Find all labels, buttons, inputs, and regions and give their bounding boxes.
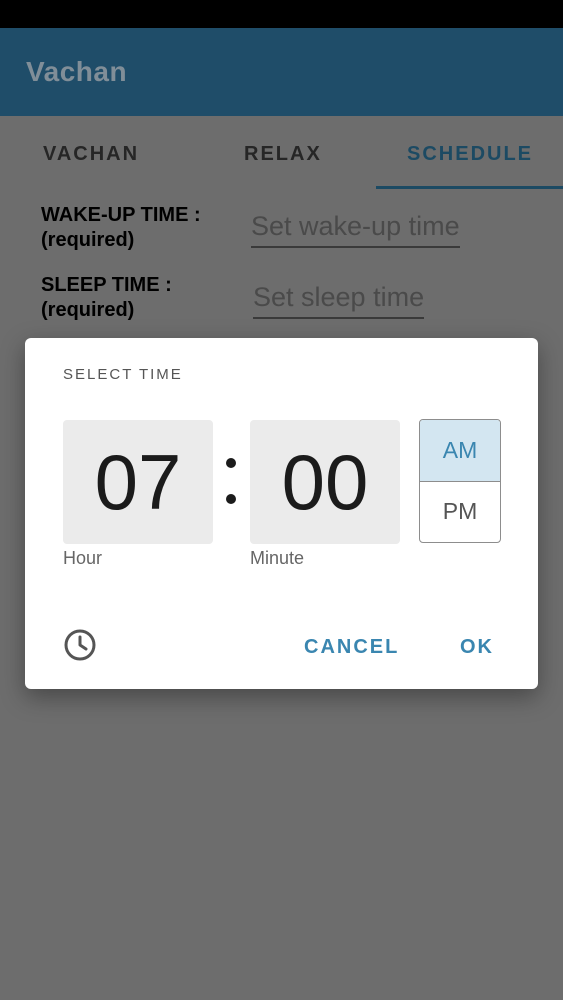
time-picker-dialog: SELECT TIME 07 00 Hour Minute AM PM CANC… <box>25 338 538 689</box>
sleep-required-note: (required) <box>41 299 135 321</box>
tab-vachan[interactable]: VACHAN <box>43 116 139 190</box>
cancel-button[interactable]: CANCEL <box>304 636 399 659</box>
sleep-time-input[interactable]: Set sleep time <box>253 280 425 319</box>
clock-icon[interactable] <box>63 628 97 662</box>
sleep-time-label: SLEEP TIME : (required) <box>41 273 172 323</box>
dialog-title: SELECT TIME <box>63 366 183 383</box>
am-button[interactable]: AM <box>420 420 500 482</box>
tab-relax[interactable]: RELAX <box>244 116 322 190</box>
app-title: Vachan <box>26 56 128 87</box>
wake-up-required-note: (required) <box>41 229 135 251</box>
am-pm-toggle: AM PM <box>419 419 501 543</box>
status-bar <box>0 0 563 28</box>
hour-caption: Hour <box>63 548 103 568</box>
wake-up-time-input[interactable]: Set wake-up time <box>251 209 460 248</box>
separator-dot-top <box>226 458 236 468</box>
wake-up-time-label-text: WAKE-UP TIME : <box>41 204 201 226</box>
pm-button[interactable]: PM <box>420 481 500 542</box>
tab-indicator <box>376 186 563 189</box>
sleep-time-label-text: SLEEP TIME : <box>41 274 172 296</box>
ok-button[interactable]: OK <box>460 636 494 659</box>
hour-input[interactable]: 07 <box>63 420 213 544</box>
wake-up-time-label: WAKE-UP TIME : (required) <box>41 203 201 253</box>
minute-caption: Minute <box>250 548 305 568</box>
separator-dot-bottom <box>226 494 236 504</box>
tab-schedule[interactable]: SCHEDULE <box>407 116 533 190</box>
app-bar: Vachan <box>0 28 563 116</box>
time-separator <box>221 442 239 522</box>
minute-input[interactable]: 00 <box>250 420 400 544</box>
tab-bar: VACHAN RELAX SCHEDULE <box>0 116 563 190</box>
